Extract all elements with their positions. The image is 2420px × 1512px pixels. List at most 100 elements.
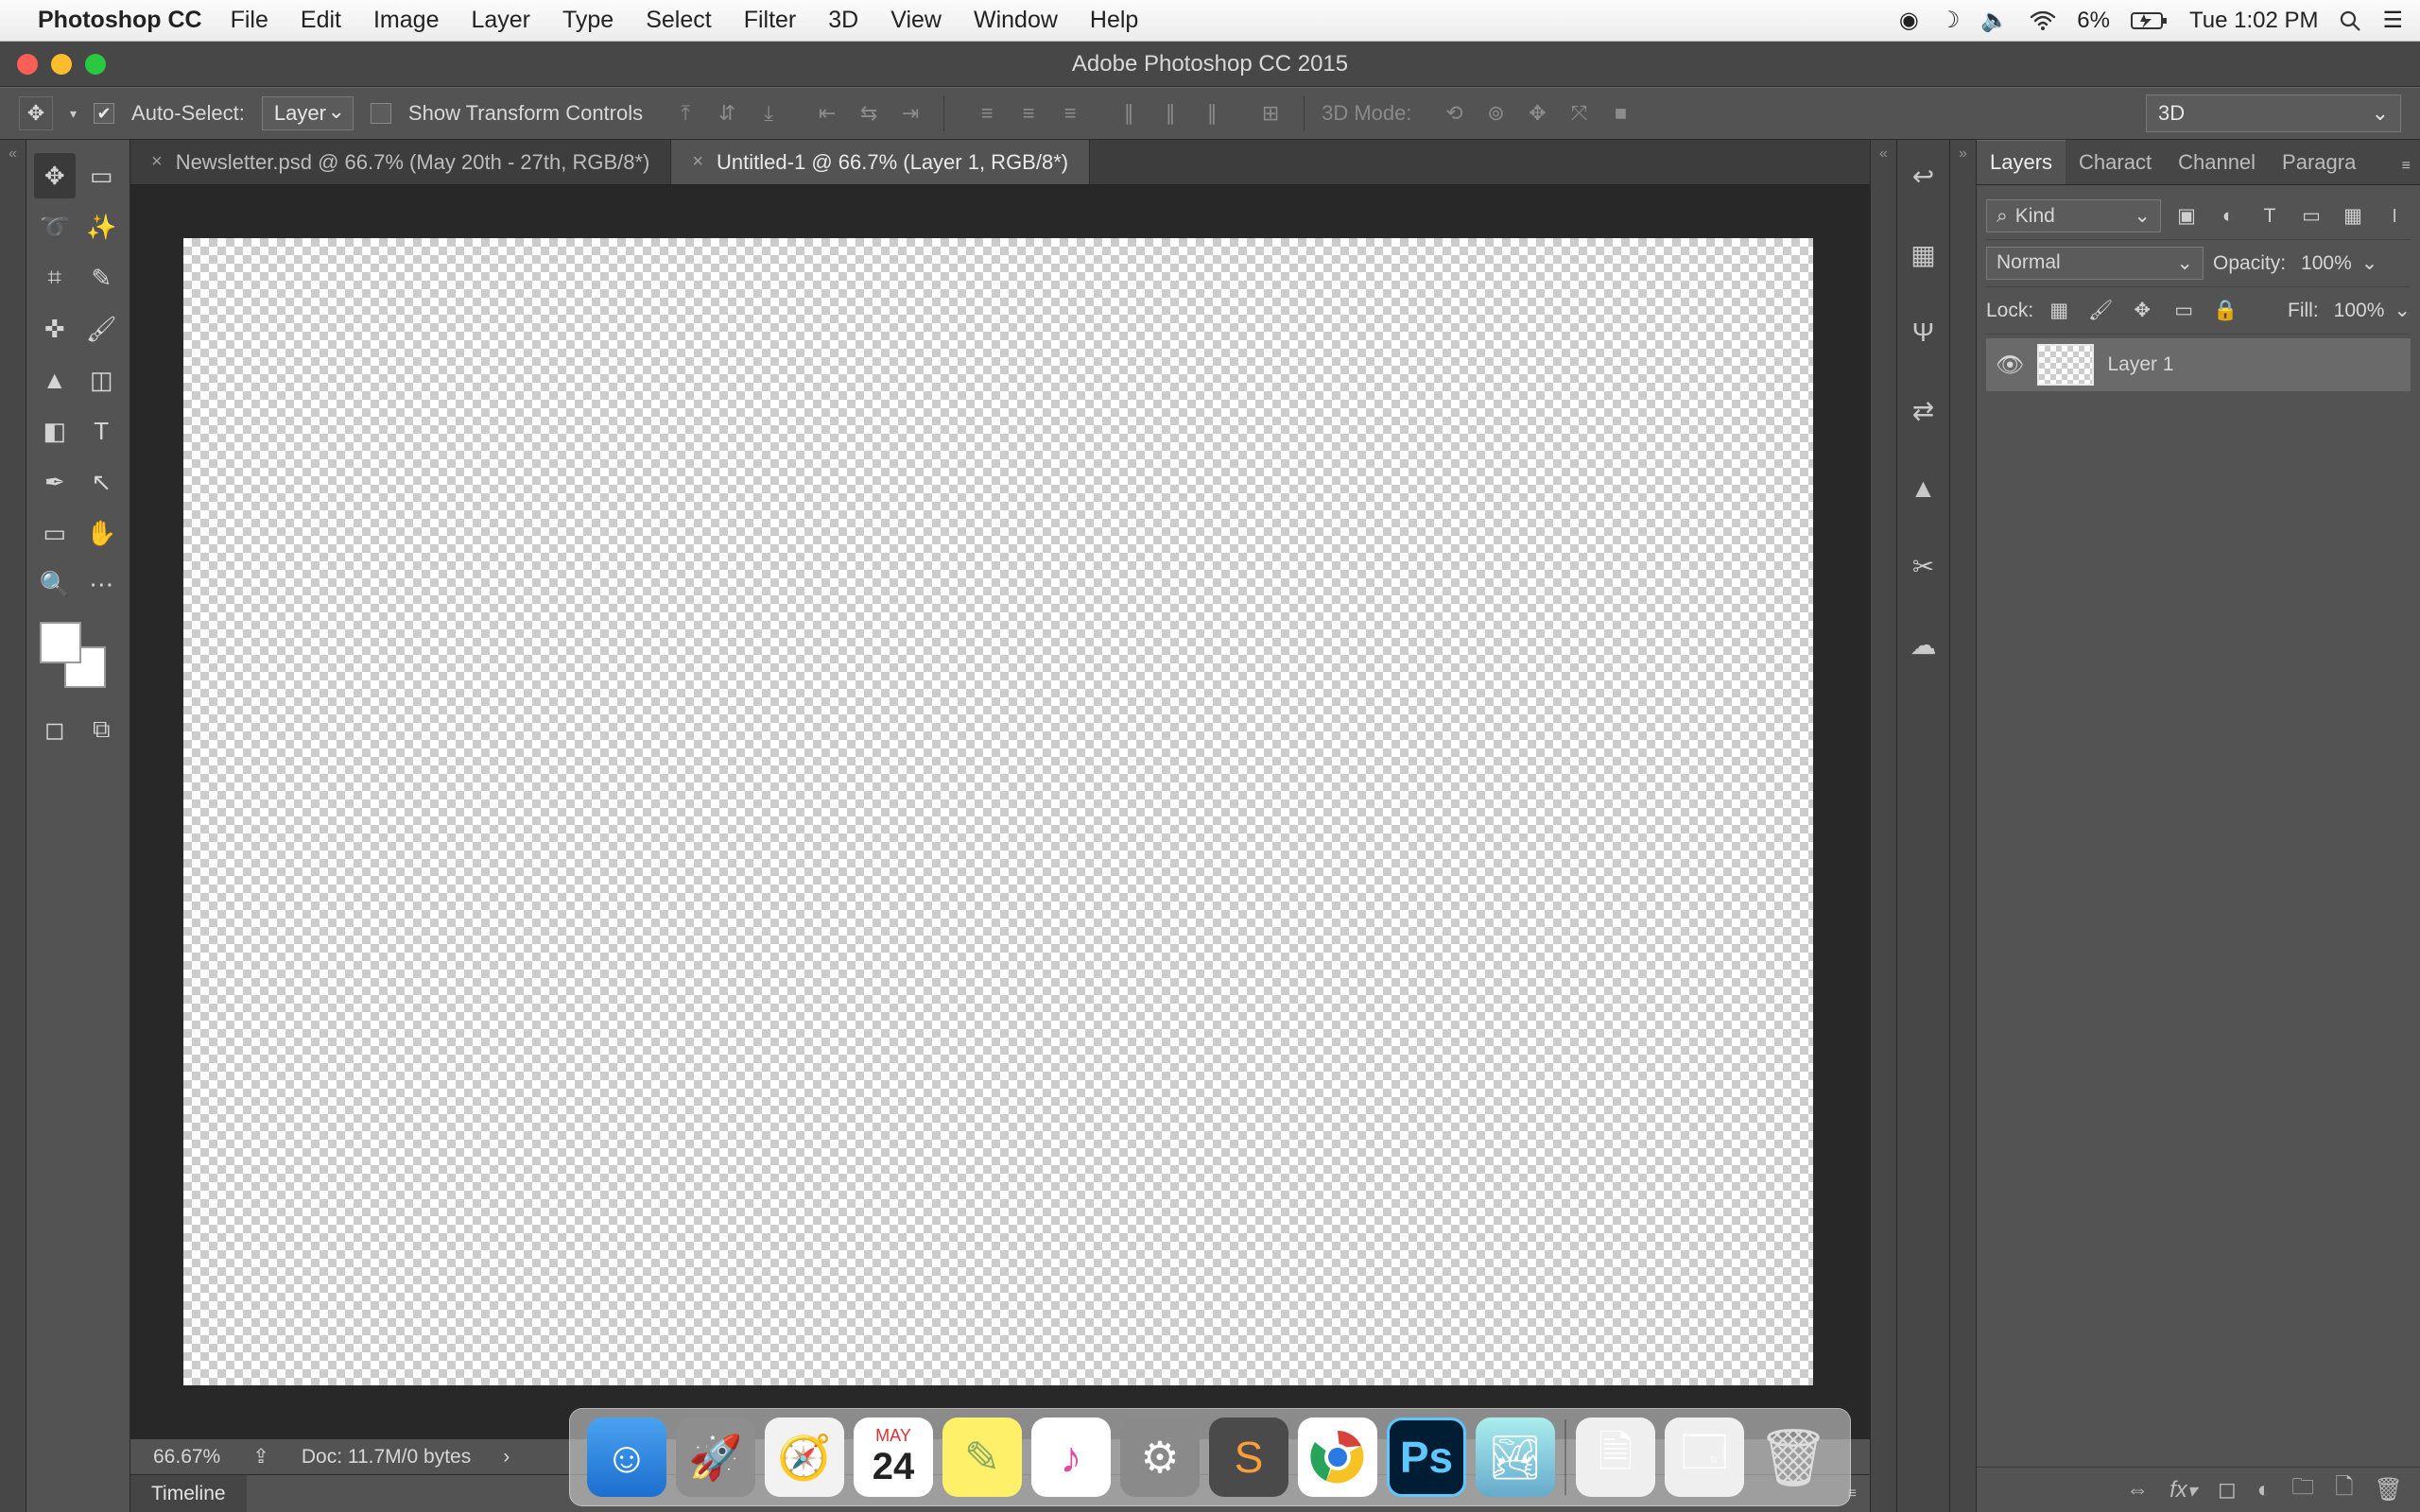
screenmode-tool[interactable]: ⧉	[81, 707, 123, 752]
right-collapse-bar[interactable]: »	[1949, 140, 1976, 1512]
show-transform-checkbox[interactable]	[371, 103, 391, 124]
panel-tab-character[interactable]: Charact	[2066, 141, 2165, 184]
blend-mode-dropdown[interactable]: Normal⌄	[1986, 247, 2204, 280]
magic-wand-tool[interactable]: ✨	[81, 204, 123, 249]
history-panel-icon[interactable]: ↩︎	[1912, 161, 1934, 192]
close-tab-icon[interactable]: ×	[692, 151, 703, 173]
zoom-tool[interactable]: 🔍	[34, 561, 76, 607]
menu-layer[interactable]: Layer	[471, 7, 530, 34]
lock-position-icon[interactable]: ✥	[2126, 295, 2158, 327]
mask-icon[interactable]: ◻	[2218, 1476, 2237, 1503]
mid-collapse-bar[interactable]: «	[1870, 140, 1896, 1512]
quickmask-tool[interactable]: ◻	[34, 707, 76, 752]
minimize-window-button[interactable]	[51, 54, 72, 75]
hand-tool[interactable]: ✋	[81, 510, 123, 556]
lock-pixels-icon[interactable]: 🖌	[2084, 295, 2117, 327]
workspace-dropdown[interactable]: 3D⌄	[2146, 94, 2401, 132]
auto-align-icon[interactable]: ⊞	[1254, 97, 1287, 129]
move-tool[interactable]: ✥	[34, 153, 76, 198]
libraries-panel-icon[interactable]: ☁	[1910, 629, 1937, 661]
align-top-icon[interactable]: ⤒	[669, 97, 701, 129]
clone-stamp-tool[interactable]: ▲	[34, 357, 76, 403]
dock-notes-icon[interactable]: ✎	[942, 1418, 1022, 1497]
filter-pixel-icon[interactable]: ▣	[2170, 200, 2203, 232]
align-right-icon[interactable]: ⇥	[894, 97, 926, 129]
export-icon[interactable]: ⇪	[252, 1445, 269, 1469]
menu-help[interactable]: Help	[1090, 7, 1138, 34]
dock-doc-1-icon[interactable]: 🗎	[1576, 1418, 1655, 1497]
brush-panel-icon[interactable]: Ψ	[1912, 318, 1934, 348]
distribute-hcenter-icon[interactable]: ∥	[1154, 97, 1186, 129]
dock-calendar-icon[interactable]: MAY24	[854, 1418, 933, 1497]
link-layers-icon[interactable]: ⇔	[2126, 1477, 2149, 1503]
app-name[interactable]: Photoshop CC	[38, 7, 202, 34]
rect-marquee-tool[interactable]: ▭	[81, 153, 123, 198]
close-tab-icon[interactable]: ×	[151, 151, 163, 173]
align-left-icon[interactable]: ⇤	[811, 97, 843, 129]
chevron-down-icon[interactable]: ⌄	[2361, 251, 2378, 275]
dock-syspref-icon[interactable]: ⚙	[1120, 1418, 1200, 1497]
new-layer-icon[interactable]: 🗋	[2335, 1470, 2353, 1509]
layer-name[interactable]: Layer 1	[2107, 353, 2173, 376]
gradient-tool[interactable]: ◧	[34, 408, 76, 454]
auto-select-dropdown[interactable]: Layer	[262, 96, 354, 130]
menu-list-icon[interactable]: ☰	[2382, 7, 2403, 34]
dock-chrome-icon[interactable]	[1298, 1418, 1377, 1497]
path-select-tool[interactable]: ↖	[81, 459, 123, 505]
doc-info-chevron-icon[interactable]: ›	[503, 1446, 510, 1469]
canvas[interactable]	[183, 238, 1813, 1385]
cc-status-icon[interactable]: ◉	[1899, 7, 1919, 34]
opacity-value[interactable]: 100%	[2301, 252, 2352, 275]
adjustment-icon[interactable]: ◐	[2257, 1477, 2272, 1503]
chevron-down-icon[interactable]: ⌄	[2394, 299, 2411, 322]
panel-tab-layers[interactable]: Layers	[1977, 140, 2066, 184]
distribute-right-icon[interactable]: ∥	[1196, 97, 1228, 129]
moon-icon[interactable]: ☽	[1940, 7, 1961, 34]
distribute-bottom-icon[interactable]: ≡	[1054, 97, 1086, 129]
volume-icon[interactable]: 🔈	[1980, 7, 2009, 34]
doc-tab-1[interactable]: × Untitled-1 @ 66.7% (Layer 1, RGB/8*)	[671, 140, 1090, 184]
align-bottom-icon[interactable]: ⤓	[752, 97, 785, 129]
adjust-panel-icon[interactable]: ⇄	[1912, 395, 1934, 426]
edit-toolbar-button[interactable]: ⋯	[81, 561, 123, 607]
doc-tab-0[interactable]: × Newsletter.psd @ 66.7% (May 20th - 27t…	[130, 140, 671, 184]
fill-value[interactable]: 100%	[2334, 300, 2385, 322]
filter-smart-icon[interactable]: ▦	[2337, 200, 2369, 232]
dock-photoshop-icon[interactable]: Ps	[1387, 1418, 1466, 1497]
menu-image[interactable]: Image	[373, 7, 439, 34]
move-tool-indicator-icon[interactable]: ✥	[19, 96, 53, 130]
healing-tool[interactable]: ✜	[34, 306, 76, 352]
spotlight-icon[interactable]	[2339, 9, 2361, 32]
eraser-tool[interactable]: ◫	[81, 357, 123, 403]
dock-launchpad-icon[interactable]: 🚀	[676, 1418, 755, 1497]
panel-tab-channels[interactable]: Channel	[2165, 141, 2269, 184]
filter-toggle-icon[interactable]: ⏽	[2378, 200, 2411, 232]
panel-tab-paragraph[interactable]: Paragra	[2269, 141, 2369, 184]
wifi-icon[interactable]	[2030, 11, 2056, 30]
menu-3d[interactable]: 3D	[828, 7, 858, 34]
auto-select-checkbox[interactable]: ✔	[94, 103, 114, 124]
layer-thumbnail[interactable]	[2037, 344, 2094, 386]
lasso-tool[interactable]: ➰	[34, 204, 76, 249]
clone-panel-icon[interactable]: ▲	[1910, 473, 1937, 504]
lock-artboard-icon[interactable]: ▭	[2168, 295, 2200, 327]
canvas-viewport[interactable]	[130, 185, 1870, 1438]
swatches-panel-icon[interactable]: ▦	[1910, 239, 1935, 270]
distribute-vcenter-icon[interactable]: ≡	[1012, 97, 1045, 129]
panel-menu-icon[interactable]: ≡	[2393, 148, 2420, 184]
filter-shape-icon[interactable]: ▭	[2295, 200, 2327, 232]
distribute-top-icon[interactable]: ≡	[971, 97, 1003, 129]
rectangle-tool[interactable]: ▭	[34, 510, 76, 556]
fg-swatch[interactable]	[40, 622, 81, 663]
dock-sublime-icon[interactable]: S	[1209, 1418, 1288, 1497]
crop-tool[interactable]: ⌗	[34, 255, 76, 301]
dock-finder-icon[interactable]: ☺	[587, 1418, 666, 1497]
layer-visibility-icon[interactable]: 👁	[1996, 352, 2024, 379]
left-collapse-bar[interactable]: «	[0, 140, 26, 1512]
pen-tool[interactable]: ✒	[34, 459, 76, 505]
zoom-level[interactable]: 66.67%	[153, 1446, 220, 1469]
layer-row[interactable]: 👁 Layer 1	[1986, 338, 2411, 391]
timeline-tab[interactable]: Timeline	[130, 1475, 247, 1512]
menu-select[interactable]: Select	[646, 7, 711, 34]
doc-info[interactable]: Doc: 11.7M/0 bytes	[302, 1446, 471, 1469]
